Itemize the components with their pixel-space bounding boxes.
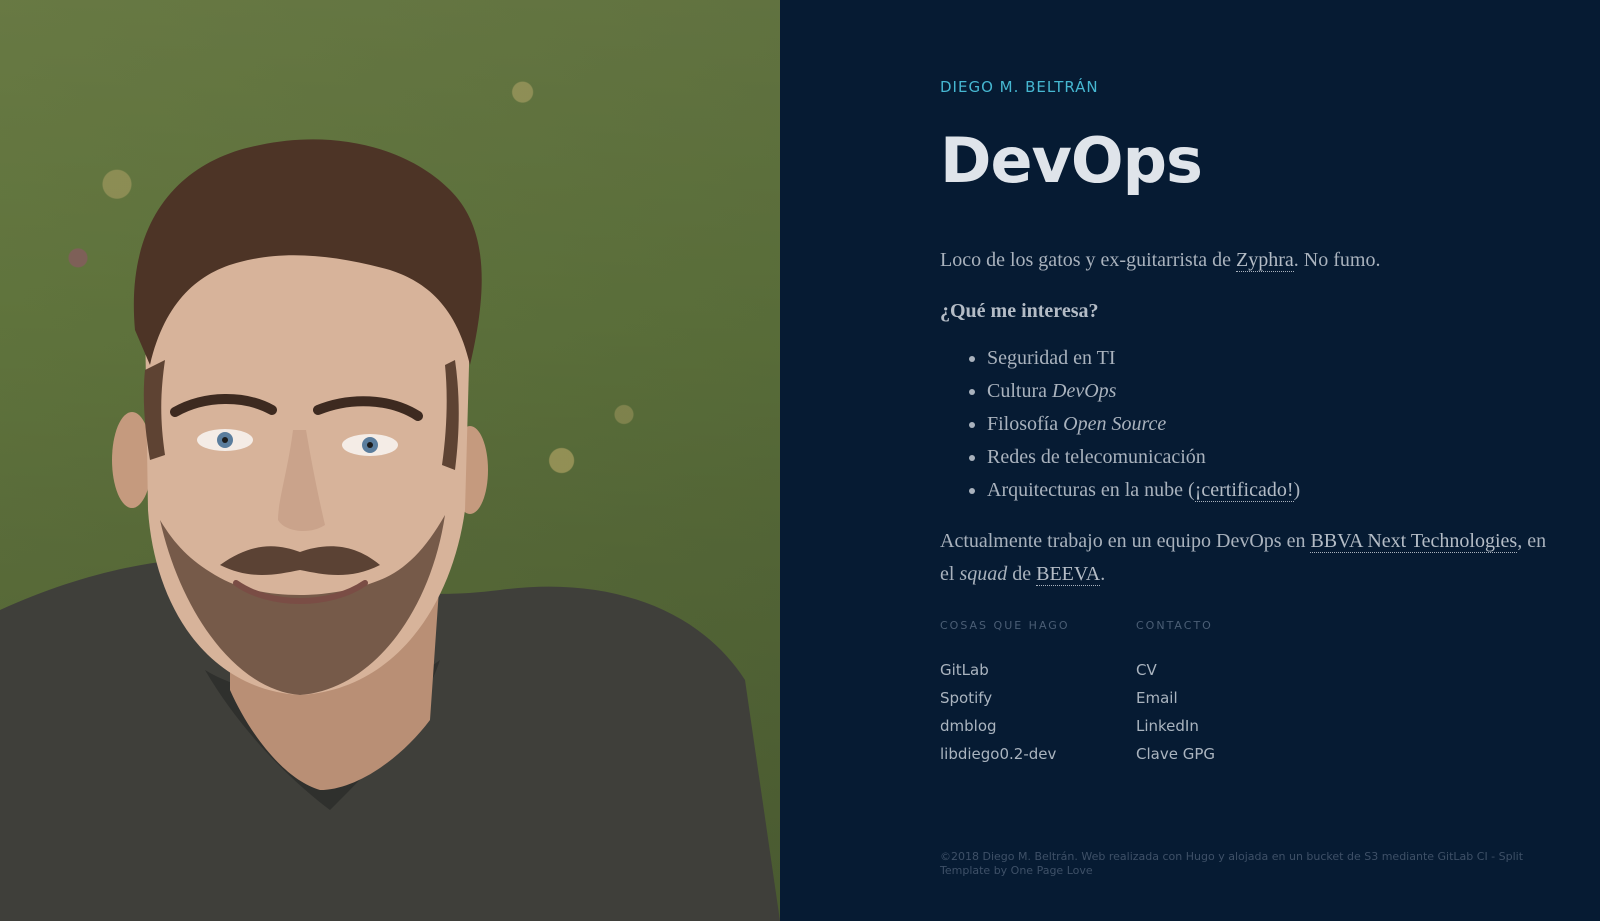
contact-section: CONTACTO CV Email LinkedIn Clave GPG xyxy=(1136,619,1276,768)
things-section-title: COSAS QUE HAGO xyxy=(940,619,1070,632)
current-job-text-before: Actualmente trabajo en un equipo DevOps … xyxy=(940,530,1311,552)
profile-content: DIEGO M. BELTRÁN DevOps Loco de los gato… xyxy=(940,78,1550,768)
interest-text: Filosofía xyxy=(987,413,1064,435)
interests-heading: ¿Qué me interesa? xyxy=(940,300,1099,322)
bbva-next-technologies-link[interactable]: BBVA Next Technologies xyxy=(1310,530,1518,553)
email-link[interactable]: Email xyxy=(1136,684,1276,712)
current-job-paragraph: Actualmente trabajo en un equipo DevOps … xyxy=(940,525,1550,591)
gpg-key-link[interactable]: Clave GPG xyxy=(1136,740,1276,768)
link-sections: COSAS QUE HAGO GitLab Spotify dmblog lib… xyxy=(940,619,1550,768)
intro-text-before: Loco de los gatos y ex-guitarrista de xyxy=(940,249,1237,271)
interest-italic: DevOps xyxy=(1052,380,1117,402)
author-name: DIEGO M. BELTRÁN xyxy=(940,78,1099,96)
beeva-link[interactable]: BEEVA xyxy=(1036,563,1101,586)
interests-list: Seguridad en TI Cultura DevOps Filosofía… xyxy=(940,342,1550,507)
spotify-link[interactable]: Spotify xyxy=(940,684,1080,712)
cv-link[interactable]: CV xyxy=(1136,656,1276,684)
libdiego-link[interactable]: libdiego0.2-dev xyxy=(940,740,1080,768)
interest-text: Arquitecturas en la nube ( xyxy=(987,479,1195,501)
zyphra-link[interactable]: Zyphra xyxy=(1236,249,1294,272)
interest-text: Redes de telecomunicación xyxy=(987,446,1206,468)
things-section: COSAS QUE HAGO GitLab Spotify dmblog lib… xyxy=(940,619,1080,768)
intro-text-after: . No fumo. xyxy=(1293,249,1381,271)
interest-text: Seguridad en TI xyxy=(987,347,1116,369)
page-title: DevOps xyxy=(940,124,1203,197)
interest-item-networks: Redes de telecomunicación xyxy=(987,441,1550,474)
contact-section-title: CONTACTO xyxy=(1136,619,1213,632)
portrait-photo xyxy=(0,0,780,921)
portrait-illustration xyxy=(0,139,780,921)
interest-italic: Open Source xyxy=(1063,413,1167,435)
current-job-text-de: de xyxy=(1007,563,1037,585)
interest-suffix: ) xyxy=(1293,479,1301,501)
intro-paragraph: Loco de los gatos y ex-guitarrista de Zy… xyxy=(940,244,1550,277)
site-footer: ©2018 Diego M. Beltrán. Web realizada co… xyxy=(940,850,1524,877)
interest-text: Cultura xyxy=(987,380,1052,402)
certification-link[interactable]: ¡certificado! xyxy=(1194,479,1294,502)
squad-italic: squad xyxy=(959,563,1008,585)
current-job-text-after: . xyxy=(1100,563,1106,585)
interest-item-devops: Cultura DevOps xyxy=(987,375,1550,408)
interest-item-cloud: Arquitecturas en la nube (¡certificado!) xyxy=(987,474,1550,507)
linkedin-link[interactable]: LinkedIn xyxy=(1136,712,1276,740)
interest-item-open-source: Filosofía Open Source xyxy=(987,408,1550,441)
interest-item-security: Seguridad en TI xyxy=(987,342,1550,375)
dmblog-link[interactable]: dmblog xyxy=(940,712,1080,740)
gitlab-link[interactable]: GitLab xyxy=(940,656,1080,684)
